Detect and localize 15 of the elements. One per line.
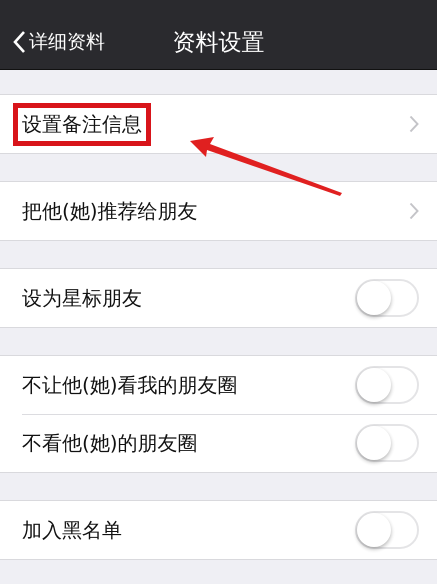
back-button[interactable]: 详细资料 [0, 29, 105, 55]
toggle-switch[interactable] [355, 511, 419, 549]
toggle-switch[interactable] [355, 366, 419, 404]
setting-label: 不让他(她)看我的朋友圈 [21, 372, 239, 398]
setting-label: 设为星标朋友 [21, 284, 143, 312]
setting-label: 设置备注信息 [13, 102, 151, 146]
toggle-switch[interactable] [355, 424, 419, 462]
screen-title: 资料设置 [172, 30, 264, 56]
back-icon [12, 30, 26, 54]
setting-label: 加入黑名单 [21, 516, 123, 544]
setting-label: 不看他(她)的朋友圈 [21, 430, 199, 456]
chevron-icon[interactable] [409, 202, 419, 220]
toggle-switch[interactable] [355, 279, 419, 317]
setting-label: 把他(她)推荐给朋友 [21, 198, 199, 224]
chevron-icon[interactable] [409, 115, 419, 133]
